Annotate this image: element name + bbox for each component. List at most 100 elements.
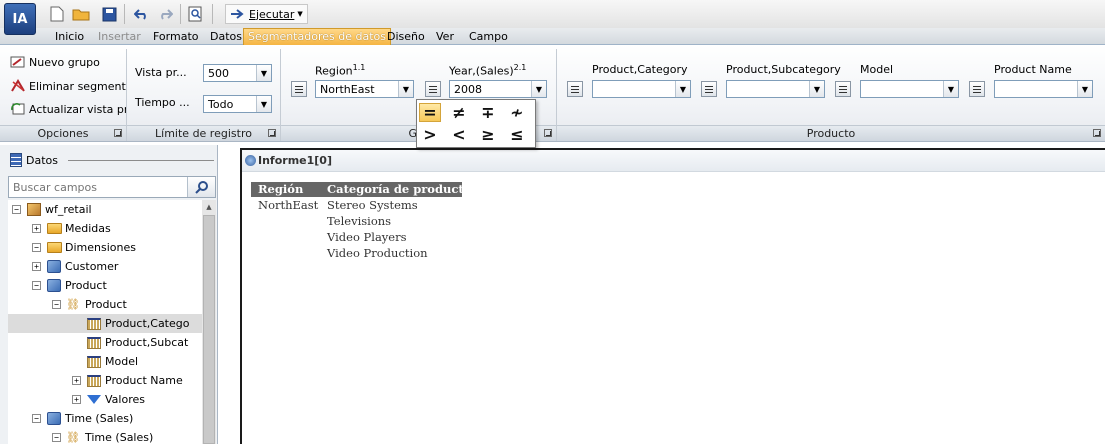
options-launcher-icon[interactable] — [114, 129, 122, 137]
tab-campo[interactable]: Campo — [467, 29, 510, 44]
region-operator-button[interactable] — [291, 81, 307, 97]
new-document-icon[interactable] — [48, 5, 66, 23]
operator-not-equal[interactable]: ≠ — [448, 103, 470, 122]
print-preview-icon[interactable] — [186, 5, 204, 23]
refresh-preview-button[interactable]: Actualizar vista pre — [10, 99, 126, 119]
record-limit-launcher-icon[interactable] — [268, 129, 276, 137]
product-name-operator-button[interactable] — [969, 81, 985, 97]
tree-item[interactable]: + Valores — [8, 390, 202, 409]
tree-item[interactable]: Product,Subcat — [8, 333, 202, 352]
category-column-header[interactable]: Categoría de producto — [327, 182, 471, 197]
product-launcher-icon[interactable] — [1093, 129, 1101, 137]
collapse-icon[interactable]: − — [32, 414, 41, 423]
category-cell[interactable]: Video Production — [327, 245, 428, 261]
search-input[interactable] — [9, 180, 187, 194]
grid-icon-shape — [87, 355, 101, 368]
region-label: Region1.1 — [315, 63, 365, 78]
app-logo[interactable]: IA — [4, 3, 36, 35]
tree-item[interactable]: − Dimensiones — [8, 238, 202, 257]
tree-scrollbar[interactable]: ▲ — [202, 200, 216, 444]
chevron-down-icon[interactable]: ▼ — [398, 81, 413, 97]
category-cell[interactable]: Stereo Systems — [327, 197, 418, 213]
vista-previa-select[interactable]: 500 ▼ — [203, 64, 272, 82]
tree-item[interactable]: + Product Name — [8, 371, 202, 390]
tiempo-select[interactable]: Todo ▼ — [203, 95, 272, 113]
collapse-icon[interactable]: − — [32, 243, 41, 252]
product-subcategory-operator-button[interactable] — [701, 81, 717, 97]
operator-equal[interactable]: = — [419, 103, 441, 122]
tree-item[interactable]: − Product — [8, 276, 202, 295]
chevron-down-icon[interactable]: ▼ — [256, 96, 271, 112]
search-button[interactable] — [187, 177, 215, 197]
collapse-icon[interactable]: − — [52, 433, 61, 442]
model-operator-button[interactable] — [835, 81, 851, 97]
chevron-down-icon[interactable]: ▼ — [809, 81, 824, 97]
category-cell[interactable]: Video Players — [327, 229, 407, 245]
tree-item-label: Product — [65, 279, 107, 292]
tree-item[interactable]: − Time (Sales) — [8, 409, 202, 428]
expand-icon[interactable]: + — [72, 395, 81, 404]
operator-less[interactable]: < — [448, 125, 470, 144]
tab-ver[interactable]: Ver — [434, 29, 456, 44]
data-tab[interactable]: Datos — [6, 149, 62, 171]
undo-icon[interactable] — [132, 5, 150, 23]
product-category-select[interactable]: ▼ — [592, 80, 691, 98]
folder-icon-shape — [46, 242, 62, 253]
collapse-icon[interactable]: − — [52, 300, 61, 309]
redo-icon[interactable] — [156, 5, 174, 23]
chevron-down-icon[interactable]: ▼ — [256, 65, 271, 81]
operator-greater[interactable]: > — [419, 125, 441, 144]
tree-item[interactable]: − ⛓ Time (Sales) — [8, 428, 202, 444]
chevron-down-icon[interactable]: ▼ — [943, 81, 958, 97]
delete-slicer-button[interactable]: Eliminar segmentac — [10, 76, 126, 96]
tab-diseno[interactable]: Diseño — [385, 29, 427, 44]
collapse-icon[interactable]: − — [12, 205, 21, 214]
year-operator-button[interactable] — [425, 81, 441, 97]
tree-item-label: Time (Sales) — [65, 412, 134, 425]
region-cell[interactable]: NorthEast — [258, 197, 318, 213]
save-icon[interactable] — [100, 5, 118, 23]
scroll-thumb[interactable] — [203, 215, 215, 444]
scroll-up-icon[interactable]: ▲ — [202, 200, 216, 214]
tree-item[interactable]: Product,Catego — [8, 314, 202, 333]
chevron-down-icon[interactable]: ▼ — [675, 81, 690, 97]
chevron-down-icon[interactable]: ▼ — [531, 81, 546, 97]
vista-previa-label: Vista pr... — [135, 66, 187, 79]
collapse-icon[interactable]: − — [32, 281, 41, 290]
operator-exclude[interactable]: ≁ — [506, 103, 528, 122]
tree-item[interactable]: Model — [8, 352, 202, 371]
chevron-down-icon[interactable]: ▼ — [1077, 81, 1092, 97]
product-subcategory-label: Product,Subcategory — [726, 63, 841, 76]
tab-inicio[interactable]: Inicio — [53, 29, 86, 44]
expand-icon[interactable]: + — [32, 224, 41, 233]
tree-item[interactable]: + Medidas — [8, 219, 202, 238]
run-button[interactable]: Ejecutar ▼ — [225, 4, 308, 24]
product-name-select[interactable]: ▼ — [994, 80, 1093, 98]
tab-segmentadores-de-datos[interactable]: Segmentadores de datos — [243, 28, 391, 45]
region-select[interactable]: NorthEast ▼ — [315, 80, 414, 98]
tree-item[interactable]: − ⛓ Product — [8, 295, 202, 314]
tab-formato[interactable]: Formato — [151, 29, 201, 44]
operator-less-equal[interactable]: ≤ — [506, 125, 528, 144]
expand-icon[interactable]: + — [72, 376, 81, 385]
expand-icon[interactable]: + — [32, 262, 41, 271]
tree-item[interactable]: + Customer — [8, 257, 202, 276]
triangle-icon-shape — [87, 395, 101, 404]
tiempo-value: Todo — [208, 97, 234, 111]
model-select[interactable]: ▼ — [860, 80, 959, 98]
tree-item-label: Customer — [65, 260, 119, 273]
group-launcher-icon[interactable] — [544, 129, 552, 137]
open-folder-icon[interactable] — [72, 5, 90, 23]
chevron-down-icon[interactable]: ▼ — [297, 10, 302, 18]
tab-datos[interactable]: Datos — [208, 29, 244, 44]
product-subcategory-select[interactable]: ▼ — [726, 80, 825, 98]
operator-include[interactable]: ∓ — [477, 103, 499, 122]
tree-item[interactable]: − wf_retail — [8, 200, 202, 219]
category-cell[interactable]: Televisions — [327, 213, 391, 229]
product-category-operator-button[interactable] — [567, 81, 583, 97]
operator-greater-equal[interactable]: ≥ — [477, 125, 499, 144]
region-column-header[interactable]: Región — [258, 182, 303, 197]
year-select[interactable]: 2008 ▼ — [449, 80, 547, 98]
new-group-button[interactable]: Nuevo grupo — [10, 52, 126, 72]
folder-icon — [46, 241, 62, 255]
